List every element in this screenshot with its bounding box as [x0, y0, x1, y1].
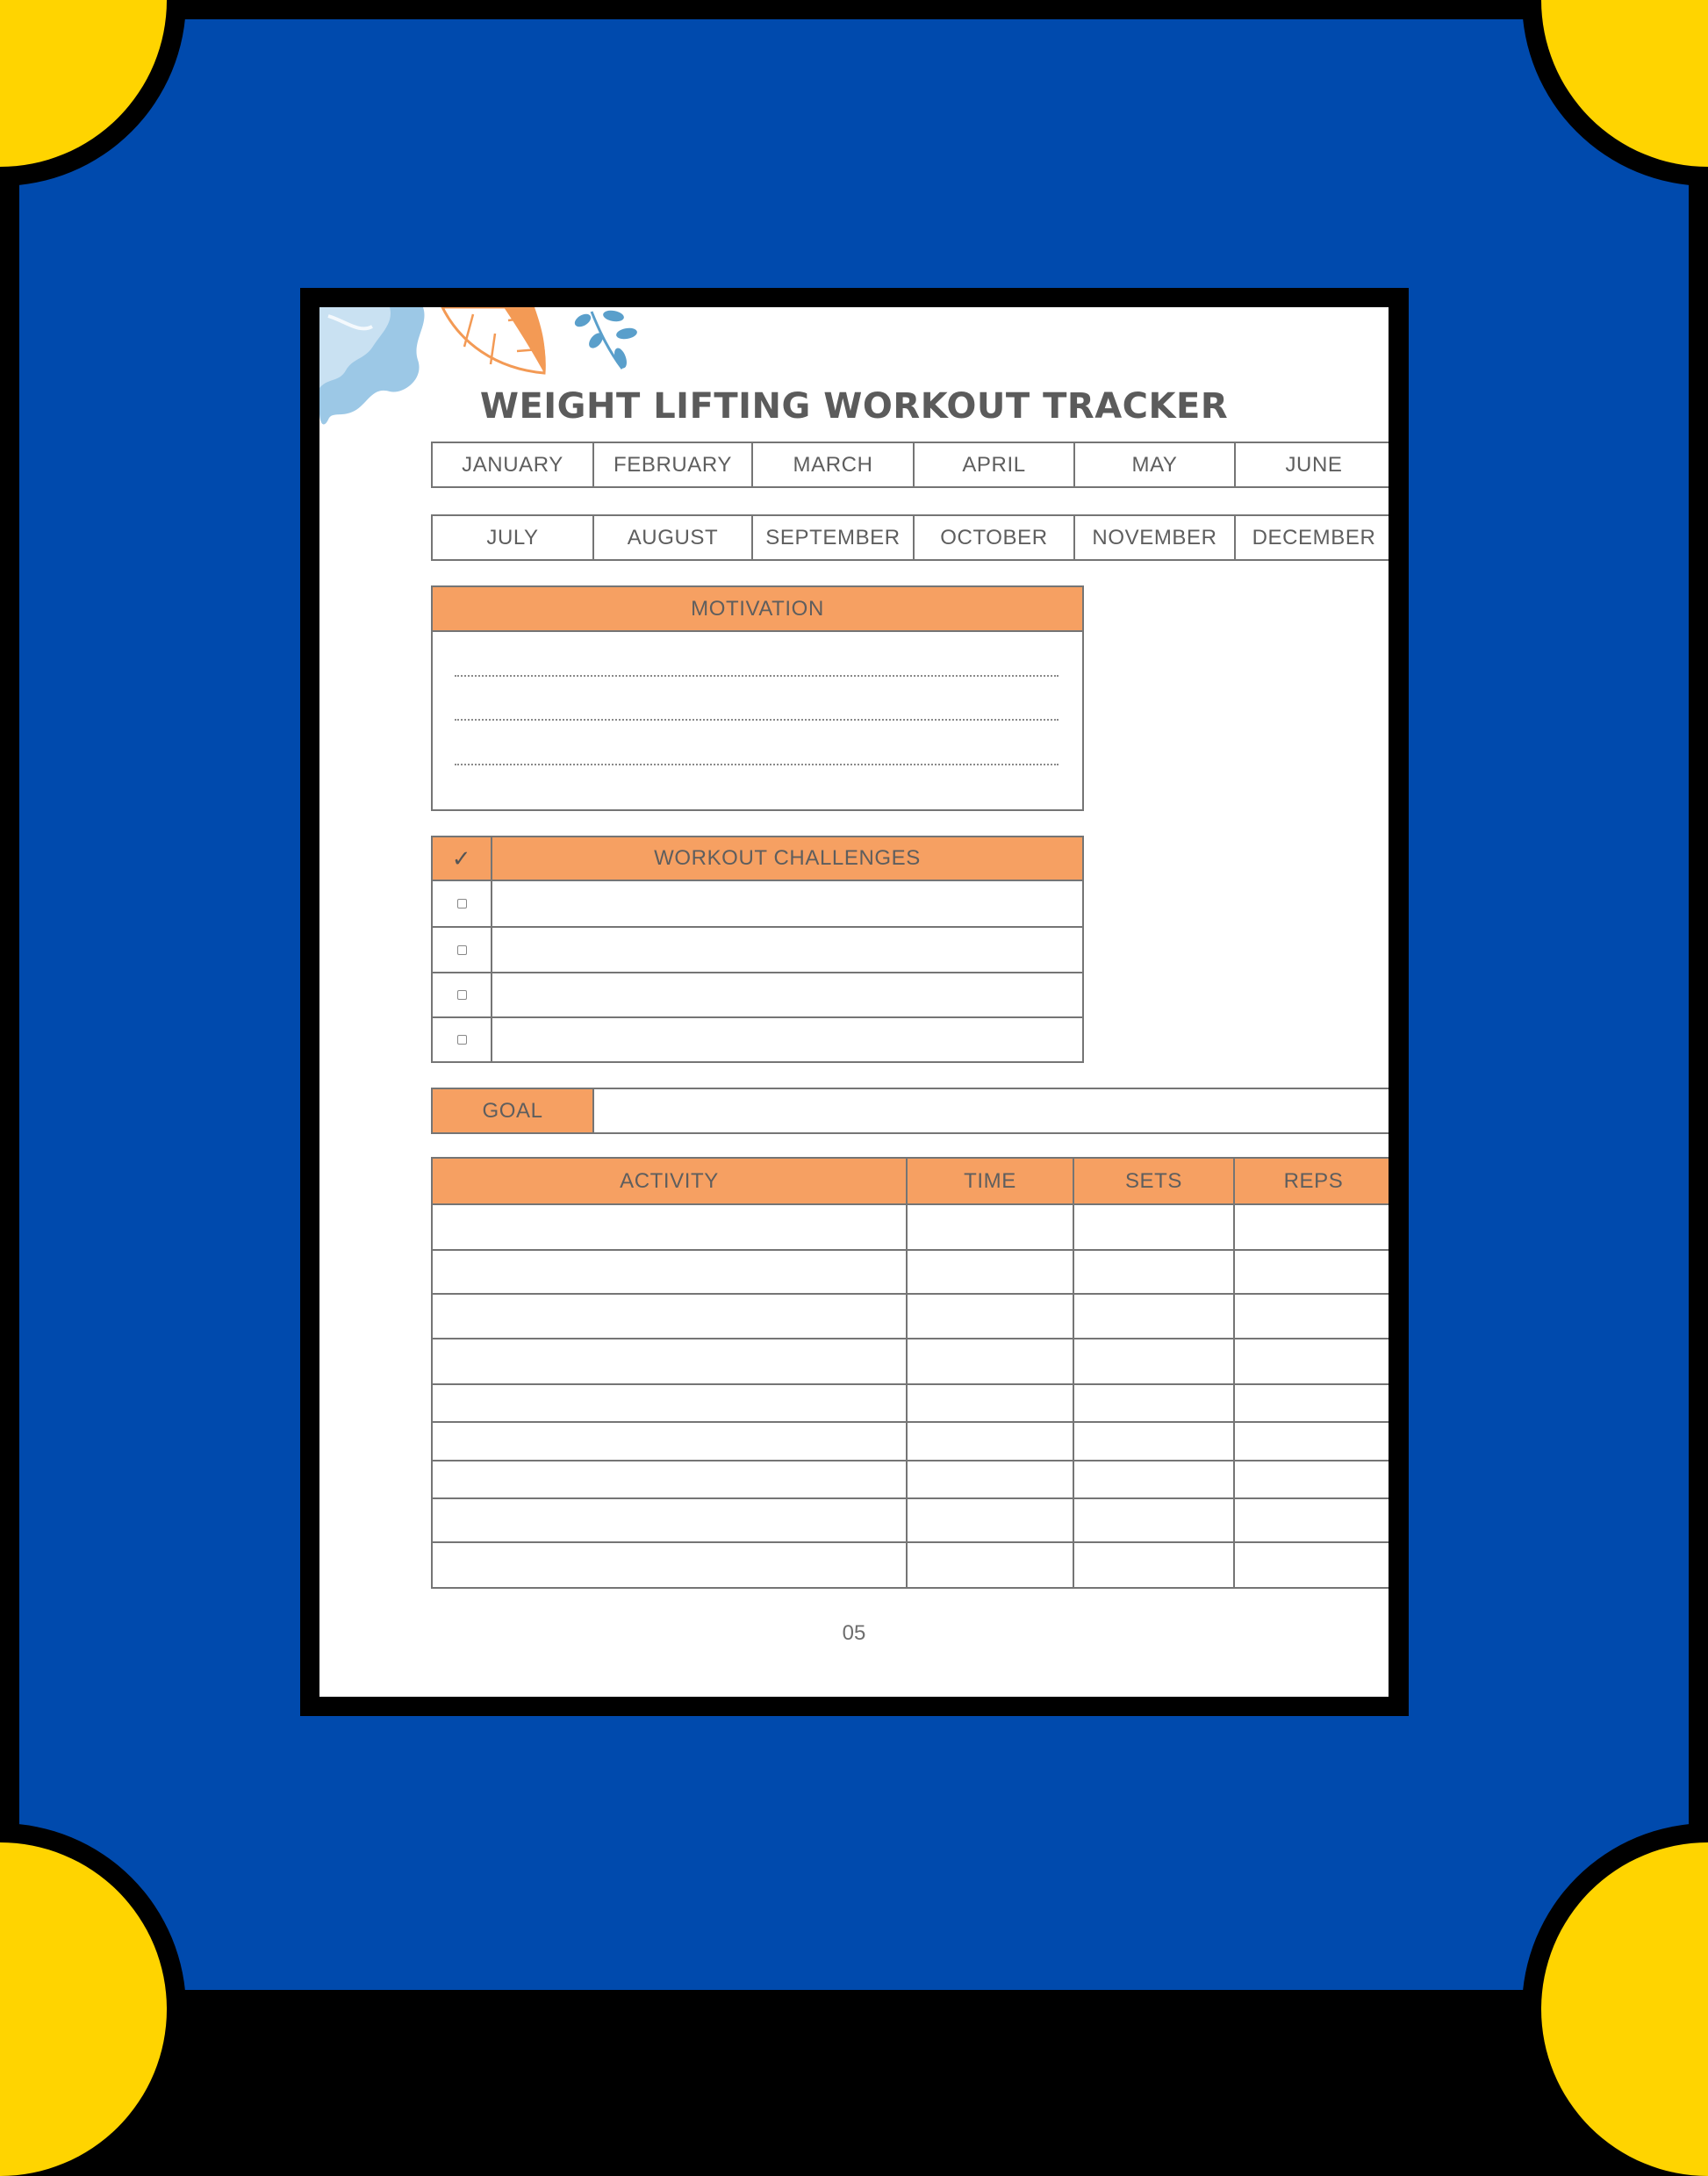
check-header-icon: ✓: [431, 836, 492, 881]
challenge-row[interactable]: [491, 1016, 1084, 1063]
goal-label: GOAL: [431, 1088, 594, 1134]
activity-cell-sets[interactable]: [1073, 1497, 1235, 1543]
activity-cell-sets[interactable]: [1073, 1460, 1235, 1499]
column-header-time: TIME: [906, 1157, 1074, 1205]
checkbox-icon[interactable]: [456, 899, 467, 908]
month-july[interactable]: JULY: [431, 514, 594, 561]
motivation-line: [455, 764, 1059, 765]
motivation-line: [455, 719, 1059, 721]
column-header-activity: ACTIVITY: [431, 1157, 908, 1205]
activity-cell-sets[interactable]: [1073, 1541, 1235, 1589]
checkbox-icon[interactable]: [456, 1035, 467, 1045]
activity-cell-reps[interactable]: [1233, 1293, 1389, 1339]
activity-cell-sets[interactable]: [1073, 1249, 1235, 1295]
activity-cell-activity[interactable]: [431, 1541, 908, 1589]
activity-cell-time[interactable]: [906, 1460, 1074, 1499]
activity-cell-reps[interactable]: [1233, 1460, 1389, 1499]
month-january[interactable]: JANUARY: [431, 442, 594, 488]
page-title: WEIGHT LIFTING WORKOUT TRACKER: [479, 386, 1229, 427]
challenge-row[interactable]: [491, 926, 1084, 973]
challenge-checkbox-cell[interactable]: [431, 972, 492, 1018]
activity-cell-sets[interactable]: [1073, 1421, 1235, 1461]
checkbox-icon[interactable]: [456, 944, 467, 955]
activity-cell-time[interactable]: [906, 1383, 1074, 1423]
activity-cell-time[interactable]: [906, 1203, 1074, 1251]
month-april[interactable]: APRIL: [913, 442, 1075, 488]
goal-input[interactable]: [592, 1088, 1389, 1134]
page-number: 05: [842, 1621, 866, 1645]
activity-cell-reps[interactable]: [1233, 1421, 1389, 1461]
activity-cell-sets[interactable]: [1073, 1338, 1235, 1385]
challenge-row[interactable]: [491, 880, 1084, 928]
challenge-checkbox-cell[interactable]: [431, 926, 492, 973]
column-header-reps: REPS: [1233, 1157, 1389, 1205]
month-august[interactable]: AUGUST: [592, 514, 753, 561]
motivation-box[interactable]: [431, 630, 1084, 811]
activity-cell-reps[interactable]: [1233, 1497, 1389, 1543]
activity-cell-activity[interactable]: [431, 1293, 908, 1339]
motivation-line: [455, 675, 1059, 677]
activity-cell-reps[interactable]: [1233, 1249, 1389, 1295]
activity-cell-time[interactable]: [906, 1497, 1074, 1543]
activity-cell-time[interactable]: [906, 1541, 1074, 1589]
activity-cell-sets[interactable]: [1073, 1203, 1235, 1251]
column-header-sets: SETS: [1073, 1157, 1235, 1205]
activity-cell-reps[interactable]: [1233, 1541, 1389, 1589]
challenge-checkbox-cell[interactable]: [431, 880, 492, 928]
activity-cell-activity[interactable]: [431, 1383, 908, 1423]
month-october[interactable]: OCTOBER: [913, 514, 1075, 561]
orange-leaf-icon: [441, 307, 546, 375]
activity-cell-time[interactable]: [906, 1293, 1074, 1339]
challenge-checkbox-cell[interactable]: [431, 1016, 492, 1063]
activity-cell-activity[interactable]: [431, 1249, 908, 1295]
activity-cell-activity[interactable]: [431, 1338, 908, 1385]
challenges-header: WORKOUT CHALLENGES: [491, 836, 1084, 881]
checkbox-icon[interactable]: [456, 990, 467, 1000]
activity-cell-reps[interactable]: [1233, 1383, 1389, 1423]
activity-cell-activity[interactable]: [431, 1497, 908, 1543]
activity-cell-reps[interactable]: [1233, 1203, 1389, 1251]
month-may[interactable]: MAY: [1073, 442, 1236, 488]
month-november[interactable]: NOVEMBER: [1073, 514, 1236, 561]
activity-cell-sets[interactable]: [1073, 1383, 1235, 1423]
activity-cell-time[interactable]: [906, 1421, 1074, 1461]
month-february[interactable]: FEBRUARY: [592, 442, 753, 488]
month-september[interactable]: SEPTEMBER: [751, 514, 915, 561]
tracker-page: WEIGHT LIFTING WORKOUT TRACKER JANUARY FE…: [319, 307, 1389, 1697]
month-march[interactable]: MARCH: [751, 442, 915, 488]
blue-sprig-icon: [574, 310, 637, 370]
motivation-header: MOTIVATION: [431, 585, 1084, 632]
activity-cell-activity[interactable]: [431, 1460, 908, 1499]
activity-cell-activity[interactable]: [431, 1421, 908, 1461]
month-june[interactable]: JUNE: [1234, 442, 1389, 488]
month-december[interactable]: DECEMBER: [1234, 514, 1389, 561]
challenge-row[interactable]: [491, 972, 1084, 1018]
activity-cell-activity[interactable]: [431, 1203, 908, 1251]
activity-cell-reps[interactable]: [1233, 1338, 1389, 1385]
activity-cell-time[interactable]: [906, 1249, 1074, 1295]
activity-cell-time[interactable]: [906, 1338, 1074, 1385]
activity-cell-sets[interactable]: [1073, 1293, 1235, 1339]
